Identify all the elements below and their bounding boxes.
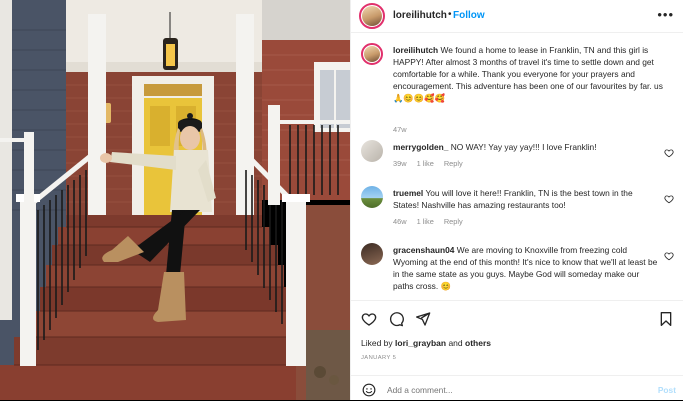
likes-summary: Liked by lori_grayban and others bbox=[361, 338, 491, 348]
post-comment-button[interactable]: Post bbox=[658, 385, 676, 395]
comment-item: gracenshaun04 We are moving to Knoxville… bbox=[361, 243, 676, 300]
author-username[interactable]: loreilihutch bbox=[393, 10, 447, 21]
follow-button[interactable]: Follow bbox=[453, 10, 485, 21]
comment-heart-icon[interactable] bbox=[664, 148, 674, 158]
comment-like-count[interactable]: 1 like bbox=[417, 217, 434, 226]
post-date: JANUARY 5 bbox=[361, 355, 397, 361]
comment-text: truemel You will love it here!! Franklin… bbox=[393, 187, 659, 211]
comment-like-count[interactable]: 1 like bbox=[417, 159, 434, 168]
add-comment-input[interactable] bbox=[387, 385, 607, 395]
heart-icon[interactable] bbox=[361, 311, 377, 327]
more-options-icon[interactable]: ••• bbox=[657, 7, 674, 22]
liked-and: and bbox=[448, 338, 463, 348]
post-header: loreilihutch • Follow ••• bbox=[351, 0, 683, 33]
emoji-icon[interactable] bbox=[362, 383, 376, 397]
comment-meta: 46w 1 like Reply bbox=[393, 217, 473, 226]
caption-username[interactable]: loreilihutch bbox=[393, 45, 438, 55]
comment-meta: 39w 1 like Reply bbox=[393, 159, 473, 168]
commenter-avatar[interactable] bbox=[361, 186, 383, 208]
comment-username[interactable]: truemel bbox=[393, 188, 423, 198]
caption-age: 47w bbox=[393, 125, 407, 134]
comments-list[interactable]: loreilihutch We found a home to lease in… bbox=[351, 33, 683, 300]
comment-heart-icon[interactable] bbox=[664, 194, 674, 204]
comment-heart-icon[interactable] bbox=[664, 251, 674, 261]
caption-meta: 47w bbox=[393, 125, 417, 134]
comment-username[interactable]: gracenshaun04 bbox=[393, 245, 454, 255]
share-icon[interactable] bbox=[415, 311, 431, 327]
comment-body: NO WAY! Yay yay yay!!! I love Franklin! bbox=[450, 142, 597, 152]
comment-username[interactable]: merrygolden_ bbox=[393, 142, 448, 152]
comment-age: 46w bbox=[393, 217, 407, 226]
author-avatar[interactable] bbox=[359, 3, 385, 29]
post-actions: Liked by lori_grayban and others JANUARY… bbox=[351, 300, 683, 400]
liked-prefix: Liked by bbox=[361, 338, 393, 348]
comment-item: truemel You will love it here!! Franklin… bbox=[361, 186, 676, 232]
comment-text: gracenshaun04 We are moving to Knoxville… bbox=[393, 244, 659, 292]
comment-item: merrygolden_ NO WAY! Yay yay yay!!! I lo… bbox=[361, 140, 676, 176]
comment-age: 39w bbox=[393, 159, 407, 168]
separator-dot: • bbox=[448, 9, 452, 20]
reply-button[interactable]: Reply bbox=[444, 159, 463, 168]
instagram-post-modal: loreilihutch • Follow ••• loreilihutch W… bbox=[0, 0, 683, 400]
caption-item: loreilihutch We found a home to lease in… bbox=[361, 43, 676, 134]
add-comment-bar: Post bbox=[351, 375, 683, 401]
post-side-panel: loreilihutch • Follow ••• loreilihutch W… bbox=[350, 0, 683, 400]
post-photo bbox=[0, 0, 350, 400]
comment-text: merrygolden_ NO WAY! Yay yay yay!!! I lo… bbox=[393, 141, 659, 153]
comment-body: You will love it here!! Franklin, TN is … bbox=[393, 188, 633, 210]
house-steps-photo bbox=[0, 0, 350, 400]
comment-icon[interactable] bbox=[388, 311, 404, 327]
liked-others-link[interactable]: others bbox=[465, 338, 491, 348]
caption-text: loreilihutch We found a home to lease in… bbox=[393, 44, 665, 104]
commenter-avatar[interactable] bbox=[361, 140, 383, 162]
bookmark-icon[interactable] bbox=[658, 311, 674, 327]
caption-author-avatar[interactable] bbox=[361, 43, 383, 65]
liked-user-link[interactable]: lori_grayban bbox=[395, 338, 446, 348]
commenter-avatar[interactable] bbox=[361, 243, 383, 265]
reply-button[interactable]: Reply bbox=[444, 217, 463, 226]
